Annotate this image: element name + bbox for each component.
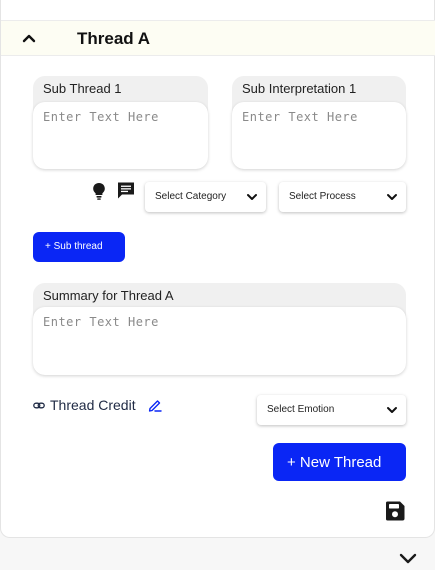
category-select-value: Select Category	[155, 191, 227, 202]
chevron-down-icon	[247, 194, 257, 200]
thread-header[interactable]: Thread A	[1, 20, 435, 56]
chevron-down-icon	[387, 194, 397, 200]
sub-thread-input[interactable]	[33, 102, 208, 169]
category-select[interactable]: Select Category	[145, 182, 266, 212]
new-thread-label: + New Thread	[287, 454, 382, 471]
comment-icon[interactable]	[116, 180, 136, 200]
process-select-value: Select Process	[289, 191, 356, 202]
sub-thread-label: Sub Thread 1	[43, 81, 122, 96]
summary-field: Summary for Thread A	[33, 283, 406, 375]
summary-label: Summary for Thread A	[43, 288, 174, 303]
thread-card: Thread A Sub Thread 1 Sub Interpretation…	[0, 0, 435, 538]
thread-title: Thread A	[77, 29, 151, 48]
process-select[interactable]: Select Process	[279, 182, 406, 212]
thread-credit-label: Thread Credit	[50, 397, 136, 413]
new-thread-button[interactable]: + New Thread	[273, 443, 406, 481]
emotion-select-value: Select Emotion	[267, 404, 335, 415]
link-icon	[33, 402, 45, 409]
pen-icon[interactable]	[148, 398, 162, 412]
lightbulb-icon[interactable]	[89, 181, 109, 201]
sub-interpretation-input[interactable]	[232, 102, 406, 169]
page: Thread A Sub Thread 1 Sub Interpretation…	[0, 0, 435, 570]
add-sub-thread-button[interactable]: + Sub thread	[33, 232, 125, 262]
chevron-up-icon[interactable]	[19, 29, 39, 49]
summary-input[interactable]	[33, 307, 406, 375]
chevron-down-icon[interactable]	[398, 551, 418, 567]
sub-thread-field: Sub Thread 1	[33, 76, 208, 169]
sub-interpretation-field: Sub Interpretation 1	[232, 76, 406, 169]
add-sub-thread-label: + Sub thread	[45, 241, 103, 252]
emotion-select[interactable]: Select Emotion	[257, 395, 406, 425]
floppy-disk-icon[interactable]	[384, 500, 406, 522]
chevron-down-icon	[387, 407, 397, 413]
sub-interpretation-label: Sub Interpretation 1	[242, 81, 357, 96]
